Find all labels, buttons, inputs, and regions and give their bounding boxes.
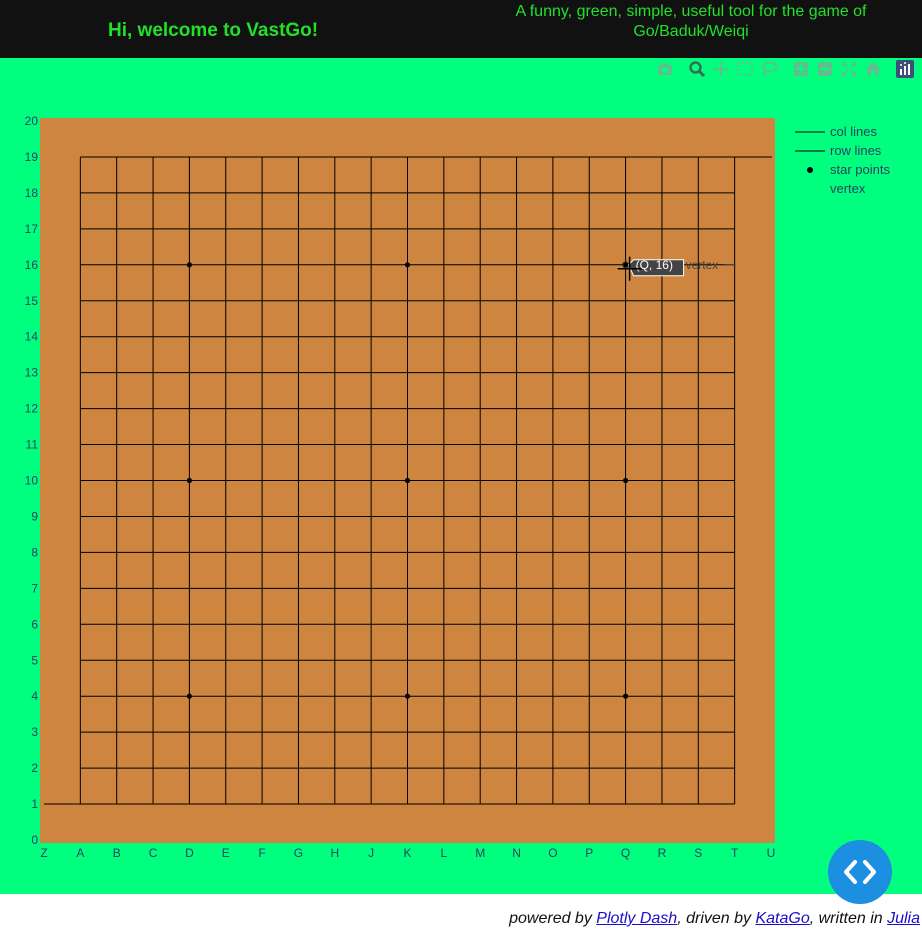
x-tick-label: P [585,846,593,860]
y-tick-label: 18 [25,186,39,200]
x-tick-label: K [403,846,411,860]
x-tick-label: R [658,846,667,860]
y-tick-label: 19 [25,150,39,164]
footer-credits: powered by Plotly Dash, driven by KataGo… [509,910,920,927]
y-tick-label: 16 [25,258,39,272]
legend-marker-swatch [807,167,813,173]
dev-tools-button[interactable] [828,840,892,904]
x-tick-label: O [548,846,557,860]
y-tick-label: 20 [25,114,39,128]
star-point[interactable] [623,693,629,699]
x-axis-ticks: ZABCDEFGHJKLMNOPQRSTU [40,846,775,860]
y-tick-label: 17 [25,222,39,236]
y-tick-label: 4 [31,689,38,703]
y-tick-label: 10 [25,474,39,488]
legend-item[interactable]: star points [807,162,890,177]
x-tick-label: Z [40,846,47,860]
star-point[interactable] [186,477,192,484]
x-tick-label: H [330,846,339,860]
y-tick-label: 6 [31,617,38,631]
y-tick-label: 9 [31,509,38,523]
chart-legend: col lines row lines star points vertex [795,124,890,196]
x-tick-label: B [113,846,121,860]
y-tick-label: 2 [31,761,38,775]
plotly-dash-link[interactable]: Plotly Dash [596,910,677,927]
x-tick-label: D [185,846,194,860]
x-tick-label: E [222,846,230,860]
y-tick-label: 15 [25,294,39,308]
y-tick-label: 7 [31,581,38,595]
julia-link[interactable]: Julia [887,910,920,927]
x-tick-label: U [767,846,776,860]
x-tick-label: Q [621,846,630,860]
x-tick-label: L [441,846,448,860]
x-tick-label: J [368,846,374,860]
legend-label: vertex [830,181,866,196]
x-tick-label: C [149,846,158,860]
y-tick-label: 5 [31,653,38,667]
hover-tooltip-text: (Q, 16) [636,258,673,272]
x-tick-label: F [258,846,265,860]
legend-item[interactable]: col lines [795,124,877,139]
go-board-chart[interactable]: ZABCDEFGHJKLMNOPQRSTU 012345678910111213… [0,0,922,894]
legend-item[interactable]: row lines [795,143,882,158]
y-tick-label: 12 [25,402,39,416]
star-point[interactable] [404,262,411,268]
star-point[interactable] [186,693,192,699]
star-point[interactable] [404,477,411,484]
footer: powered by Plotly Dash, driven by KataGo… [0,894,922,933]
code-brackets-icon [844,860,876,884]
y-tick-label: 0 [31,833,38,847]
x-tick-label: N [512,846,521,860]
star-point[interactable] [623,477,629,484]
y-tick-label: 8 [31,545,38,559]
y-tick-label: 14 [25,330,39,344]
legend-label: star points [830,162,890,177]
y-axis-ticks: 01234567891011121314151617181920 [25,114,39,847]
legend-label: row lines [830,143,882,158]
hover-series-name: vertex [686,258,719,272]
x-tick-label: A [76,846,84,860]
legend-item[interactable]: vertex [830,181,866,196]
legend-label: col lines [830,124,877,139]
y-tick-label: 1 [31,797,38,811]
x-tick-label: M [475,846,485,860]
y-tick-label: 11 [26,438,39,452]
x-tick-label: T [731,846,739,860]
y-tick-label: 13 [25,366,39,380]
star-point[interactable] [404,693,411,699]
katago-link[interactable]: KataGo [755,910,809,927]
x-tick-label: G [294,846,303,860]
y-tick-label: 3 [31,725,38,739]
star-point[interactable] [186,262,192,268]
x-tick-label: S [694,846,702,860]
